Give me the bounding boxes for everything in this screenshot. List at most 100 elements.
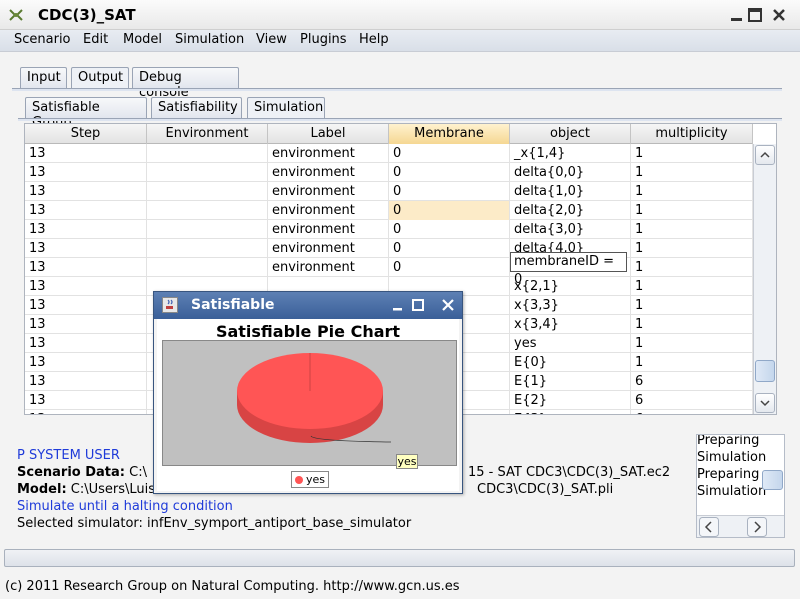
tab-simulation[interactable]: Simulation — [247, 97, 325, 118]
table-cell-step[interactable]: 13 — [25, 334, 147, 353]
table-scrollbar[interactable] — [753, 144, 776, 414]
table-cell-multiplicity[interactable]: 1 — [631, 315, 753, 334]
table-cell-label[interactable]: environment — [268, 258, 389, 277]
table-cell-step[interactable]: 13 — [25, 410, 147, 414]
table-cell-step[interactable]: 13 — [25, 372, 147, 391]
scroll-thumb[interactable] — [755, 360, 775, 382]
dialog-close-icon[interactable] — [440, 297, 456, 313]
table-cell-membrane[interactable]: 0 — [389, 220, 510, 239]
tab-satisfiability[interactable]: Satisfiability — [151, 97, 242, 118]
menu-plugins[interactable]: Plugins — [300, 32, 347, 47]
table-cell-multiplicity[interactable]: 6 — [631, 372, 753, 391]
table-cell-object[interactable]: x{3,4} — [510, 315, 631, 334]
table-cell-multiplicity[interactable]: 1 — [631, 201, 753, 220]
menu-scenario[interactable]: Scenario — [14, 32, 71, 47]
dialog-title-bar[interactable]: Satisfiable — [154, 292, 462, 319]
table-cell-step[interactable]: 13 — [25, 144, 147, 163]
table-cell-multiplicity[interactable]: 6 — [631, 410, 753, 414]
table-cell-multiplicity[interactable]: 1 — [631, 334, 753, 353]
table-cell-step[interactable]: 13 — [25, 353, 147, 372]
table-cell-multiplicity[interactable]: 1 — [631, 239, 753, 258]
table-cell-object[interactable]: E{3} — [510, 410, 631, 414]
scroll-up-button[interactable] — [755, 145, 775, 165]
tab-input[interactable]: Input — [20, 67, 67, 88]
menu-model[interactable]: Model — [123, 32, 162, 47]
table-cell-object[interactable]: E{1} — [510, 372, 631, 391]
table-cell-membrane[interactable]: 0 — [389, 163, 510, 182]
table-cell-step[interactable]: 13 — [25, 163, 147, 182]
table-cell-multiplicity[interactable]: 1 — [631, 277, 753, 296]
chevron-left-icon[interactable] — [699, 517, 719, 537]
table-cell-multiplicity[interactable]: 1 — [631, 296, 753, 315]
table-cell-membrane[interactable]: 0 — [389, 258, 510, 277]
chevron-right-icon[interactable] — [747, 517, 767, 537]
table-row[interactable]: 13 environment 0 1 — [25, 258, 753, 277]
table-cell-multiplicity[interactable]: 1 — [631, 163, 753, 182]
col-membrane[interactable]: Membrane — [389, 124, 510, 144]
maximize-icon[interactable] — [746, 6, 764, 24]
table-row[interactable]: 13 environment 0 delta{1,0} 1 — [25, 182, 753, 201]
table-cell-label[interactable]: environment — [268, 220, 389, 239]
table-cell-object[interactable]: delta{3,0} — [510, 220, 631, 239]
table-cell-environment[interactable] — [147, 239, 268, 258]
table-cell-environment[interactable] — [147, 258, 268, 277]
table-cell-membrane[interactable]: 0 — [389, 144, 510, 163]
table-cell-step[interactable]: 13 — [25, 296, 147, 315]
table-cell-object[interactable]: x{3,3} — [510, 296, 631, 315]
table-cell-object[interactable]: delta{0,0} — [510, 163, 631, 182]
dialog-maximize-icon[interactable] — [410, 297, 426, 313]
tab-satisfiable-group[interactable]: Satisfiable Group — [25, 97, 147, 130]
table-cell-step[interactable]: 13 — [25, 182, 147, 201]
side-hscrollbar[interactable] — [697, 515, 784, 537]
col-environment[interactable]: Environment — [147, 124, 268, 144]
table-cell-object[interactable]: yes — [510, 334, 631, 353]
table-row[interactable]: 13 environment 0 delta{0,0} 1 — [25, 163, 753, 182]
table-cell-step[interactable]: 13 — [25, 201, 147, 220]
table-cell-step[interactable]: 13 — [25, 220, 147, 239]
table-cell-step[interactable]: 13 — [25, 277, 147, 296]
table-row[interactable]: 13 environment 0 delta{4,0} 1 — [25, 239, 753, 258]
dialog-minimize-icon[interactable] — [390, 297, 406, 313]
table-cell-object[interactable]: delta{2,0} — [510, 201, 631, 220]
table-cell-multiplicity[interactable]: 1 — [631, 144, 753, 163]
side-vscroll-thumb[interactable] — [762, 470, 783, 490]
satisfiable-dialog[interactable]: Satisfiable Satisfiable Pie Chart yes ye… — [153, 291, 463, 494]
table-row[interactable]: 13 environment 0 delta{2,0} 1 — [25, 201, 753, 220]
table-cell-membrane[interactable]: 0 — [389, 182, 510, 201]
scroll-down-button[interactable] — [755, 393, 775, 413]
table-cell-step[interactable]: 13 — [25, 315, 147, 334]
table-cell-membrane[interactable]: 0 — [389, 239, 510, 258]
table-cell-membrane[interactable]: 0 — [389, 201, 510, 220]
table-cell-object[interactable]: E{2} — [510, 391, 631, 410]
table-row[interactable]: 13 environment 0 delta{3,0} 1 — [25, 220, 753, 239]
col-label[interactable]: Label — [268, 124, 389, 144]
menu-help[interactable]: Help — [359, 32, 389, 47]
tab-output[interactable]: Output — [71, 67, 129, 88]
menu-edit[interactable]: Edit — [83, 32, 108, 47]
table-cell-environment[interactable] — [147, 163, 268, 182]
table-cell-multiplicity[interactable]: 1 — [631, 353, 753, 372]
table-cell-multiplicity[interactable]: 1 — [631, 258, 753, 277]
menu-simulation[interactable]: Simulation — [175, 32, 244, 47]
col-step[interactable]: Step — [25, 124, 147, 144]
table-cell-step[interactable]: 13 — [25, 258, 147, 277]
col-object[interactable]: object — [510, 124, 631, 144]
table-cell-object[interactable]: E{0} — [510, 353, 631, 372]
menu-view[interactable]: View — [256, 32, 287, 47]
table-cell-label[interactable]: environment — [268, 201, 389, 220]
col-multiplicity[interactable]: multiplicity — [631, 124, 753, 144]
table-cell-environment[interactable] — [147, 201, 268, 220]
table-cell-object[interactable]: _x{1,4} — [510, 144, 631, 163]
tab-debug-console[interactable]: Debug console — [132, 67, 239, 100]
table-cell-label[interactable]: environment — [268, 239, 389, 258]
table-cell-label[interactable]: environment — [268, 163, 389, 182]
table-cell-step[interactable]: 13 — [25, 239, 147, 258]
close-icon[interactable] — [770, 6, 788, 24]
table-cell-multiplicity[interactable]: 6 — [631, 391, 753, 410]
table-cell-step[interactable]: 13 — [25, 391, 147, 410]
table-cell-environment[interactable] — [147, 144, 268, 163]
minimize-icon[interactable] — [728, 6, 746, 24]
table-row[interactable]: 13 environment 0 _x{1,4} 1 — [25, 144, 753, 163]
table-cell-multiplicity[interactable]: 1 — [631, 182, 753, 201]
table-cell-multiplicity[interactable]: 1 — [631, 220, 753, 239]
